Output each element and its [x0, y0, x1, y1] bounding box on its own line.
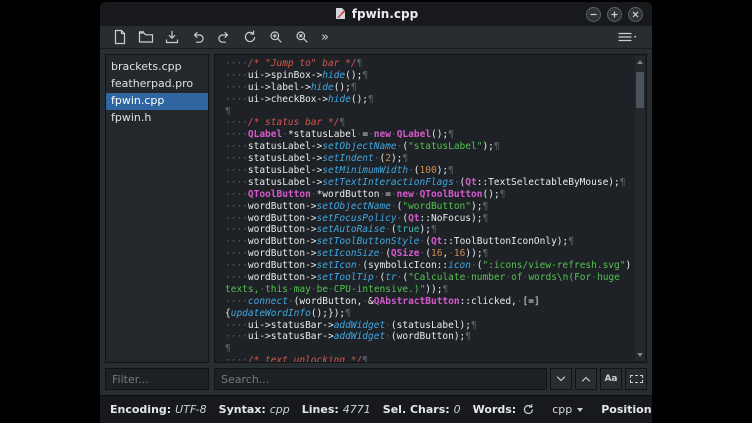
code-line: ····ui->spinBox->hide();¶: [225, 70, 633, 82]
text-editor[interactable]: ····/* "Jump to" bar */¶····ui->spinBox-…: [214, 54, 647, 363]
code-area[interactable]: ····/* "Jump to" bar */¶····ui->spinBox-…: [225, 58, 633, 362]
search-input[interactable]: [214, 368, 547, 390]
position-status: Position: 73: [601, 403, 652, 416]
code-line: ····connect·(wordButton,·&QAbstractButto…: [225, 296, 633, 308]
syntax-status: Syntax: cpp: [219, 403, 290, 416]
find-button[interactable]: [266, 28, 285, 47]
code-line: ····wordButton->setToolTip·(tr·("Calcula…: [225, 272, 633, 284]
code-line: ····ui->statusBar->addWidget·(wordButton…: [225, 331, 633, 343]
code-line: ····wordButton->setFocusPolicy·(Qt::NoFo…: [225, 213, 633, 225]
code-line: ····statusLabel->setObjectName·("statusL…: [225, 141, 633, 153]
statusbar-right: cpp Position: 73: [548, 401, 652, 418]
find-next-button[interactable]: [550, 368, 572, 390]
code-line: ····wordButton->setIcon·(symbolicIcon::i…: [225, 260, 633, 272]
main-area: brackets.cppfeatherpad.profpwin.cppfpwin…: [100, 49, 652, 395]
window-title: fpwin.cpp: [352, 7, 418, 21]
editor-pane: ····/* "Jump to" bar */¶····ui->spinBox-…: [214, 54, 647, 390]
whole-word-button[interactable]: [625, 368, 647, 390]
new-document-button[interactable]: [110, 28, 129, 47]
whole-word-icon: [630, 375, 643, 383]
words-status: Words:: [473, 402, 537, 418]
file-list[interactable]: brackets.cppfeatherpad.profpwin.cppfpwin…: [105, 54, 209, 363]
match-case-icon: Aa: [604, 374, 617, 384]
code-line: ····wordButton->setAutoRaise·(true);¶: [225, 224, 633, 236]
redo-button[interactable]: [214, 28, 233, 47]
undo-button[interactable]: [188, 28, 207, 47]
code-line: ¶: [225, 343, 633, 355]
titlebar[interactable]: fpwin.cpp: [100, 2, 652, 26]
code-line: texts,·this·may·be·CPU-intensive.)"));¶: [225, 284, 633, 296]
file-list-item[interactable]: featherpad.pro: [106, 76, 208, 93]
file-list-item[interactable]: brackets.cpp: [106, 59, 208, 76]
syntax-combo[interactable]: cpp: [548, 401, 587, 418]
minimize-button[interactable]: [586, 7, 601, 22]
code-line: ····statusLabel->setTextInteractionFlags…: [225, 177, 633, 189]
code-line: ····ui->statusBar->addWidget·(statusLabe…: [225, 320, 633, 332]
code-line: ····/* "Jump to" bar */¶: [225, 58, 633, 70]
scroll-up-arrow-icon[interactable]: [637, 60, 643, 64]
syntax-combo-value: cpp: [552, 403, 572, 416]
side-pane: brackets.cppfeatherpad.profpwin.cppfpwin…: [105, 54, 209, 390]
code-line: ¶: [225, 106, 633, 118]
selected-chars-status: Sel. Chars: 0: [383, 403, 461, 416]
open-file-button[interactable]: [136, 28, 155, 47]
toolbar: »: [100, 26, 652, 49]
maximize-button[interactable]: [607, 7, 622, 22]
featherpad-window: fpwin.cpp: [100, 2, 652, 423]
search-bar: Aa: [214, 368, 647, 390]
window-controls: [586, 7, 652, 22]
match-case-button[interactable]: Aa: [600, 368, 622, 390]
lines-status: Lines: 4771: [302, 403, 371, 416]
code-line: ····wordButton->setObjectName·("wordButt…: [225, 201, 633, 213]
encoding-status: Encoding: UTF-8: [110, 403, 207, 416]
word-count-refresh-button[interactable]: [520, 402, 536, 418]
code-line: ····statusLabel->setMinimumWidth·(100);¶: [225, 165, 633, 177]
file-list-item[interactable]: fpwin.h: [106, 110, 208, 127]
scrollbar-thumb[interactable]: [636, 72, 644, 108]
search-replace-button[interactable]: [292, 28, 311, 47]
document-icon: [334, 5, 347, 24]
code-line: ····/* status bar */¶: [225, 117, 633, 129]
code-line: ····statusLabel->setIndent·(2);¶: [225, 153, 633, 165]
find-previous-button[interactable]: [575, 368, 597, 390]
titlebar-title-group: fpwin.cpp: [100, 2, 652, 26]
code-line: ····/* text unlocking */¶: [225, 355, 633, 362]
scroll-down-arrow-icon[interactable]: [637, 353, 643, 357]
statusbar: Encoding: UTF-8 Syntax: cpp Lines: 4771 …: [100, 395, 652, 423]
code-line: ····wordButton->setToolButtonStyle·(Qt::…: [225, 236, 633, 248]
save-button[interactable]: [162, 28, 181, 47]
file-list-item[interactable]: fpwin.cpp: [106, 93, 208, 110]
code-line: ····QToolButton·*wordButton·=·new·QToolB…: [225, 189, 633, 201]
code-line: ····ui->label->hide();¶: [225, 82, 633, 94]
code-line: ····ui->checkBox->hide();¶: [225, 94, 633, 106]
menu-button[interactable]: [614, 28, 642, 47]
close-button[interactable]: [628, 7, 643, 22]
chevron-down-icon: [577, 408, 583, 412]
code-line: {updateWordInfo();});¶: [225, 308, 633, 320]
code-line: ····wordButton->setIconSize·(QSize·(16,·…: [225, 248, 633, 260]
reload-button[interactable]: [240, 28, 259, 47]
vertical-scrollbar[interactable]: [635, 56, 645, 361]
toolbar-overflow-button[interactable]: »: [318, 28, 332, 47]
code-line: ····QLabel·*statusLabel·=·new·QLabel();¶: [225, 129, 633, 141]
filter-input[interactable]: [105, 368, 209, 390]
